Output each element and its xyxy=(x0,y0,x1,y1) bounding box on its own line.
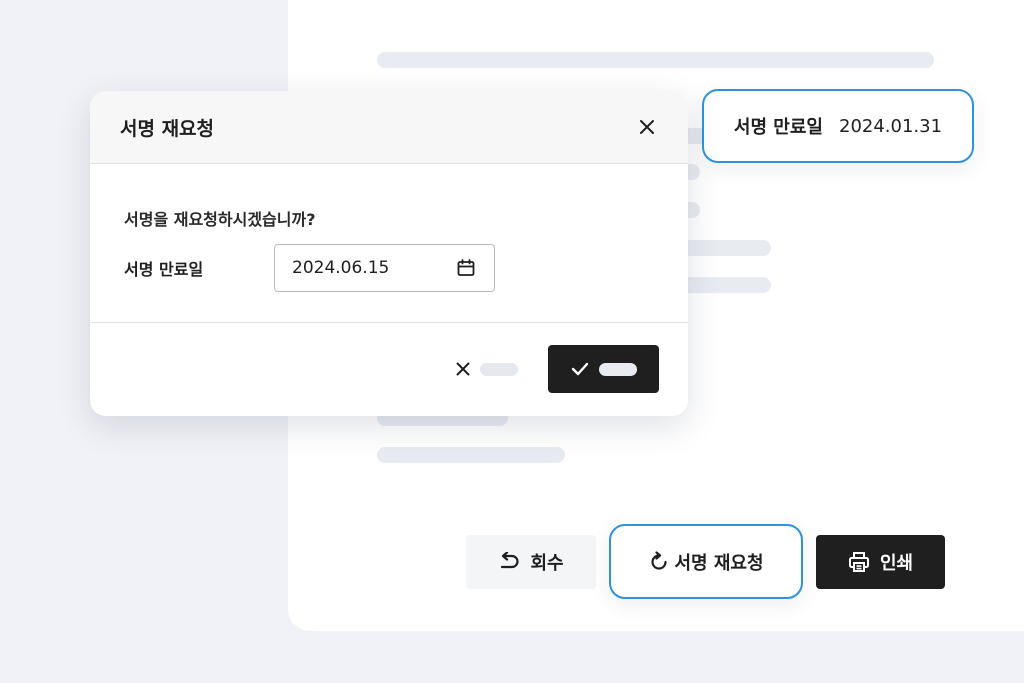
check-icon xyxy=(571,362,588,376)
skeleton-line xyxy=(377,52,934,68)
dialog-title: 서명 재요청 xyxy=(120,117,215,140)
refresh-icon xyxy=(651,550,668,570)
retrieve-label: 회수 xyxy=(530,553,564,574)
retrieve-button[interactable]: 회수 xyxy=(466,535,596,589)
print-button[interactable]: 인쇄 xyxy=(816,535,945,589)
expiry-field-label: 서명 만료일 xyxy=(124,260,204,279)
rerequest-label: 서명 재요청 xyxy=(674,552,764,574)
cancel-button[interactable] xyxy=(456,362,518,376)
expiry-date-value: 2024.06.15 xyxy=(292,258,390,278)
skeleton-line xyxy=(377,447,565,463)
close-icon xyxy=(640,120,654,134)
close-button[interactable] xyxy=(634,114,660,140)
print-label: 인쇄 xyxy=(879,553,914,574)
dialog-footer xyxy=(90,323,688,415)
dialog-body: 서명을 재요청하시겠습니까? 서명 만료일 2024.06.15 xyxy=(90,164,688,323)
expiry-label: 서명 만료일 xyxy=(733,117,823,138)
dialog-question: 서명을 재요청하시겠습니까? xyxy=(124,210,316,229)
signature-expiry-callout: 서명 만료일 2024.01.31 xyxy=(702,89,974,163)
expiry-date-input[interactable]: 2024.06.15 xyxy=(274,244,495,292)
expiry-date: 2024.01.31 xyxy=(839,115,943,137)
signature-rerequest-button[interactable]: 서명 재요청 xyxy=(609,524,803,599)
calendar-icon[interactable] xyxy=(456,258,476,278)
printer-icon xyxy=(848,552,869,572)
undo-icon xyxy=(501,552,519,569)
dialog-header: 서명 재요청 xyxy=(90,91,688,164)
confirm-button[interactable] xyxy=(548,345,659,393)
confirm-label-placeholder xyxy=(598,362,637,376)
expiry-field-row: 서명 만료일 2024.06.15 xyxy=(124,244,688,292)
rerequest-dialog: 서명 재요청 서명을 재요청하시겠습니까? 서명 만료일 2024.06.15 xyxy=(90,91,688,416)
cancel-label-placeholder xyxy=(480,362,518,376)
close-icon xyxy=(456,362,470,376)
